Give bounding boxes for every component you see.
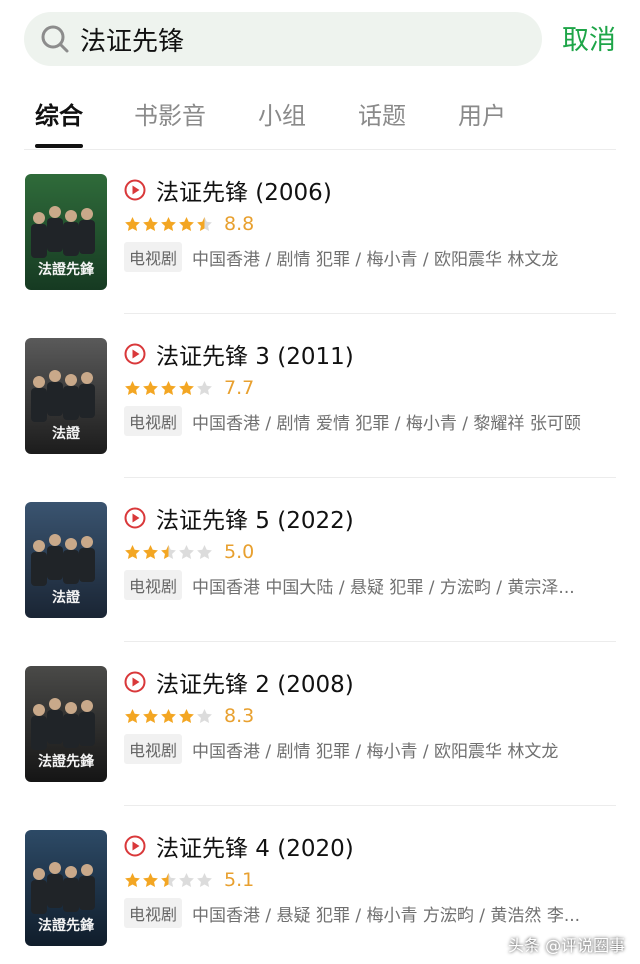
poster-image[interactable]: 法證 xyxy=(25,338,107,454)
watermark: 头条 @评说圈事 xyxy=(508,936,626,955)
star-icon xyxy=(179,708,194,723)
poster-image[interactable]: 法證 xyxy=(25,502,107,618)
tab-books-movies-music[interactable]: 书影音 xyxy=(134,96,206,131)
result-title[interactable]: 法证先锋 3 (2011) xyxy=(156,337,354,371)
poster-image[interactable]: 法證先鋒 xyxy=(25,830,107,946)
star-icon xyxy=(125,544,140,559)
star-icon xyxy=(161,544,176,559)
result-item[interactable]: 法證 法证先锋 5 (2022) 5.0 电视剧 中国香港 中国大陆 / 悬疑 犯罪 /… xyxy=(0,478,640,642)
rating-row: 7.7 xyxy=(124,376,254,400)
rating-row: 5.1 xyxy=(124,868,254,892)
meta-row: 电视剧 中国香港 / 剧情 犯罪 / 梅小青 / 欧阳震华 林文龙 xyxy=(124,734,616,764)
star-icon xyxy=(125,380,140,395)
star-icon xyxy=(197,708,212,723)
title-row: 法证先锋 2 (2008) xyxy=(124,665,354,699)
result-meta: 中国香港 / 剧情 犯罪 / 梅小青 / 欧阳震华 林文龙 xyxy=(192,741,559,762)
star-rating xyxy=(124,544,214,561)
star-icon xyxy=(197,872,212,887)
star-icon xyxy=(179,872,194,887)
star-icon xyxy=(143,872,158,887)
poster-image[interactable]: 法證先鋒 xyxy=(25,174,107,290)
star-icon xyxy=(125,216,140,231)
play-icon[interactable] xyxy=(124,507,146,529)
star-rating xyxy=(124,380,214,397)
result-meta: 中国香港 中国大陆 / 悬疑 犯罪 / 方浤畇 / 黄宗泽... xyxy=(192,577,575,598)
star-icon xyxy=(161,216,176,231)
poster-image[interactable]: 法證先鋒 xyxy=(25,666,107,782)
tab-bar: 综合 书影音 小组 话题 用户 xyxy=(0,88,640,150)
type-badge: 电视剧 xyxy=(124,898,183,928)
rating-row: 8.8 xyxy=(124,212,254,236)
rating-row: 5.0 xyxy=(124,540,254,564)
star-icon xyxy=(161,380,176,395)
star-icon xyxy=(197,380,212,395)
play-icon[interactable] xyxy=(124,343,146,365)
tab-groups[interactable]: 小组 xyxy=(258,96,306,131)
title-row: 法证先锋 3 (2011) xyxy=(124,337,354,371)
result-title[interactable]: 法证先锋 2 (2008) xyxy=(156,665,354,699)
star-icon xyxy=(161,708,176,723)
play-icon[interactable] xyxy=(124,835,146,857)
active-tab-indicator xyxy=(35,144,83,148)
title-row: 法证先锋 5 (2022) xyxy=(124,501,354,535)
tab-comprehensive[interactable]: 综合 xyxy=(35,96,83,131)
star-icon xyxy=(179,544,194,559)
star-icon xyxy=(143,380,158,395)
search-icon xyxy=(41,25,69,53)
meta-row: 电视剧 中国香港 / 剧情 爱情 犯罪 / 梅小青 / 黎耀祥 张可颐 xyxy=(124,406,616,436)
result-item[interactable]: 法證先鋒 法证先锋 2 (2008) 8.3 电视剧 中国香港 / 剧情 犯罪 / 梅小… xyxy=(0,642,640,806)
tab-topics[interactable]: 话题 xyxy=(358,96,406,131)
star-icon xyxy=(179,380,194,395)
star-icon xyxy=(125,708,140,723)
search-box[interactable] xyxy=(24,12,542,66)
search-bar: 取消 xyxy=(0,0,640,80)
star-icon xyxy=(143,216,158,231)
result-item[interactable]: 法證 法证先锋 3 (2011) 7.7 电视剧 中国香港 / 剧情 爱情 犯罪 / 梅… xyxy=(0,314,640,478)
rating-row: 8.3 xyxy=(124,704,254,728)
result-meta: 中国香港 / 剧情 爱情 犯罪 / 梅小青 / 黎耀祥 张可颐 xyxy=(192,413,581,434)
rating-score: 7.7 xyxy=(224,377,255,399)
type-badge: 电视剧 xyxy=(124,734,183,764)
type-badge: 电视剧 xyxy=(124,406,183,436)
poster-title-text: 法證先鋒 xyxy=(38,261,95,278)
star-rating xyxy=(124,872,214,889)
result-item[interactable]: 法證先鋒 法证先锋 (2006) 8.8 电视剧 中国香港 / 剧情 犯罪 / 梅小青 … xyxy=(0,150,640,314)
poster-title-text: 法證 xyxy=(52,589,81,606)
result-title[interactable]: 法证先锋 4 (2020) xyxy=(156,829,354,863)
star-icon xyxy=(161,872,176,887)
star-icon xyxy=(197,544,212,559)
title-row: 法证先锋 (2006) xyxy=(124,173,332,207)
poster-title-text: 法證先鋒 xyxy=(38,753,95,770)
result-meta: 中国香港 / 悬疑 犯罪 / 梅小青 方浤畇 / 黄浩然 李... xyxy=(192,905,581,926)
rating-score: 5.0 xyxy=(224,541,255,563)
poster-title-text: 法證先鋒 xyxy=(38,917,95,934)
star-icon xyxy=(125,872,140,887)
meta-row: 电视剧 中国香港 / 剧情 犯罪 / 梅小青 / 欧阳震华 林文龙 xyxy=(124,242,616,272)
search-input[interactable] xyxy=(80,20,520,58)
star-icon xyxy=(197,216,212,231)
star-icon xyxy=(143,708,158,723)
star-icon xyxy=(179,216,194,231)
rating-score: 5.1 xyxy=(224,869,255,891)
star-rating xyxy=(124,216,214,233)
result-title[interactable]: 法证先锋 5 (2022) xyxy=(156,501,354,535)
star-icon xyxy=(143,544,158,559)
type-badge: 电视剧 xyxy=(124,242,183,272)
type-badge: 电视剧 xyxy=(124,570,183,600)
result-meta: 中国香港 / 剧情 犯罪 / 梅小青 / 欧阳震华 林文龙 xyxy=(192,249,559,270)
rating-score: 8.3 xyxy=(224,705,255,727)
meta-row: 电视剧 中国香港 中国大陆 / 悬疑 犯罪 / 方浤畇 / 黄宗泽... xyxy=(124,570,616,600)
tab-users[interactable]: 用户 xyxy=(458,96,506,131)
result-title[interactable]: 法证先锋 (2006) xyxy=(156,173,332,207)
play-icon[interactable] xyxy=(124,671,146,693)
rating-score: 8.8 xyxy=(224,213,255,235)
star-rating xyxy=(124,708,214,725)
cancel-button[interactable]: 取消 xyxy=(562,18,616,57)
poster-title-text: 法證 xyxy=(52,425,81,442)
title-row: 法证先锋 4 (2020) xyxy=(124,829,354,863)
meta-row: 电视剧 中国香港 / 悬疑 犯罪 / 梅小青 方浤畇 / 黄浩然 李... xyxy=(124,898,616,928)
play-icon[interactable] xyxy=(124,179,146,201)
